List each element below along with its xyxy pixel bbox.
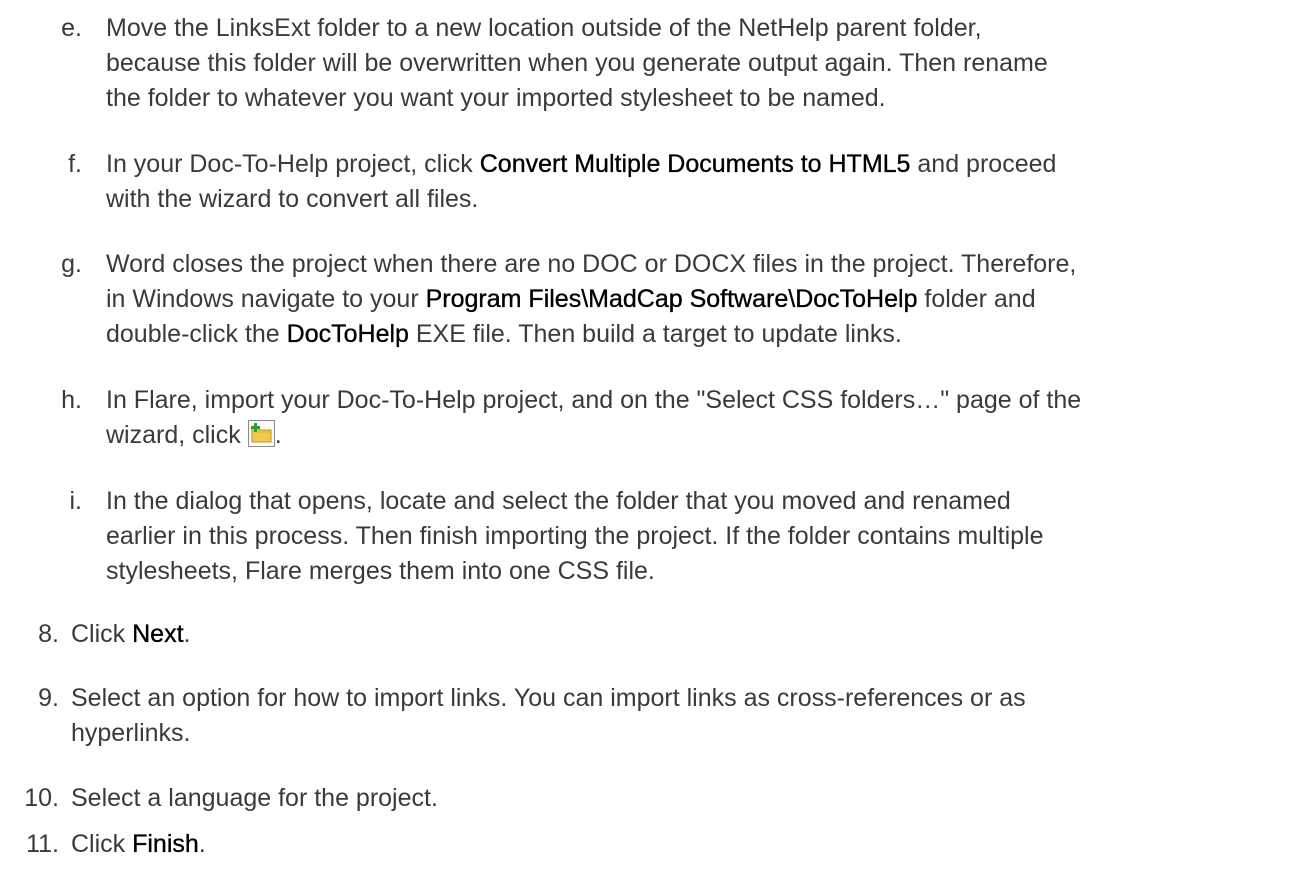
step-text-line: because this folder will be overwritten … xyxy=(106,49,1048,77)
step-text-line: in Windows navigate to your Program File… xyxy=(106,282,1288,317)
add-folder-icon xyxy=(247,420,275,447)
step-text-line: stylesheets, Flare merges them into one … xyxy=(106,557,655,585)
step-f: f. In your Doc-To-Help project, click Co… xyxy=(68,147,1288,217)
step-marker: h. xyxy=(61,386,82,414)
step-text-line: In Flare, import your Doc-To-Help projec… xyxy=(106,386,1082,414)
step-text-line: earlier in this process. Then finish imp… xyxy=(106,522,1044,550)
step-text-line: Select an option for how to import links… xyxy=(71,684,1026,712)
text: double-click the xyxy=(106,320,287,348)
step-10: 10. Select a language for the project. xyxy=(24,781,1288,816)
step-text-line: Move the LinksExt folder to a new locati… xyxy=(106,14,982,42)
step-text-line: wizard, click . xyxy=(106,418,1288,453)
folder-path: Program Files\MadCap Software\DocToHelp xyxy=(425,285,918,313)
step-text-line: In the dialog that opens, locate and sel… xyxy=(106,487,1011,515)
text: . xyxy=(274,421,282,449)
text: wizard, click xyxy=(106,421,248,449)
step-marker: e. xyxy=(61,14,82,42)
text: . xyxy=(198,830,206,858)
step-9: 9. Select an option for how to import li… xyxy=(38,681,1288,751)
step-text-line: In your Doc-To-Help project, click Conve… xyxy=(106,147,1288,182)
ui-label-convert: Convert Multiple Documents to HTML5 xyxy=(479,150,911,178)
step-g: g. Word closes the project when there ar… xyxy=(61,247,1288,352)
step-text-line: hyperlinks. xyxy=(71,719,191,747)
text: EXE file. Then build a target to update … xyxy=(408,320,902,348)
step-marker: 10. xyxy=(24,784,59,812)
step-marker: f. xyxy=(68,150,82,178)
text: . xyxy=(183,620,191,648)
step-marker: 11. xyxy=(26,830,59,858)
text: in Windows navigate to your xyxy=(106,285,426,313)
step-text-line: Click Next. xyxy=(71,617,1288,652)
step-text-line: Select a language for the project. xyxy=(71,784,438,812)
step-text-line: Click Finish. xyxy=(71,827,1288,862)
step-h: h. In Flare, import your Doc-To-Help pro… xyxy=(61,383,1288,453)
step-marker: g. xyxy=(61,250,82,278)
text: Click xyxy=(71,620,133,648)
step-text-line: double-click the DocToHelp EXE file. The… xyxy=(106,317,1288,352)
step-i: i. In the dialog that opens, locate and … xyxy=(70,484,1288,589)
step-e: e. Move the LinksExt folder to a new loc… xyxy=(61,11,1288,116)
step-text-line: with the wizard to convert all files. xyxy=(106,185,479,213)
step-text-line: the folder to whatever you want your imp… xyxy=(106,84,886,112)
step-marker: 9. xyxy=(38,684,59,712)
text: folder and xyxy=(917,285,1036,313)
text: In your Doc-To-Help project, click xyxy=(106,150,480,178)
file-name: DocToHelp xyxy=(286,320,409,348)
step-marker: 8. xyxy=(38,620,59,648)
text: Click xyxy=(71,830,133,858)
step-8: 8. Click Next. xyxy=(38,617,1288,652)
button-label-next: Next xyxy=(132,620,184,648)
step-11: 11. Click Finish. xyxy=(26,827,1288,862)
step-text-line: Word closes the project when there are n… xyxy=(106,250,1077,278)
text: and proceed xyxy=(910,150,1057,178)
button-label-finish: Finish xyxy=(132,830,199,858)
step-marker: i. xyxy=(69,487,83,515)
